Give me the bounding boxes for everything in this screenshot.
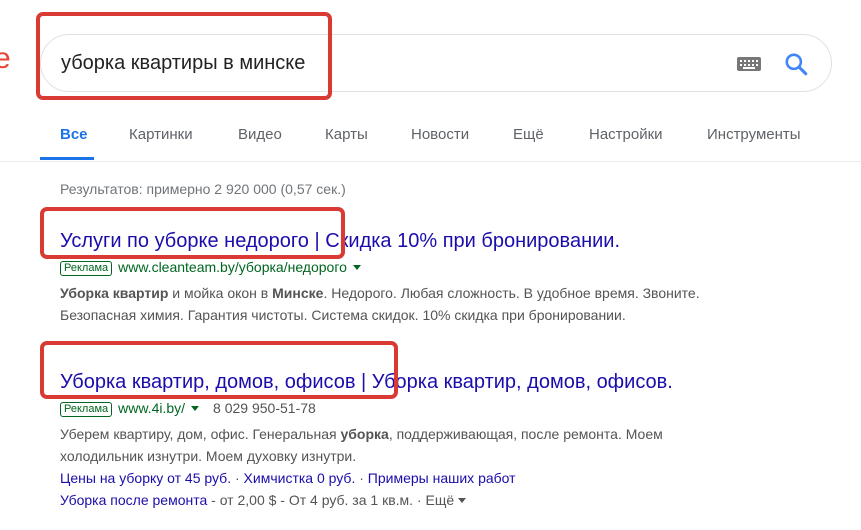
desc-text: , поддерживающая, после ремонта. Моем xyxy=(388,426,663,442)
chevron-down-icon[interactable] xyxy=(458,498,467,503)
sitelink-prices[interactable]: Цены на уборку от 45 руб. xyxy=(60,470,231,486)
structured-snippet: Уборка после ремонта - от 2,00 $ - От 4 … xyxy=(60,489,850,511)
tab-images[interactable]: Картинки xyxy=(129,126,193,143)
result-stats: Результатов: примерно 2 920 000 (0,57 се… xyxy=(60,181,346,197)
ad-description: Уберем квартиру, дом, офис. Генеральная … xyxy=(60,423,850,467)
desc-line-2: Безопасная химия. Гарантия чистоты. Сист… xyxy=(60,307,626,323)
ad-badge: Реклама xyxy=(60,402,113,417)
logo-fragment: e xyxy=(0,42,11,75)
desc-bold: Уборка квартир xyxy=(60,285,169,301)
sitelink-dry-cleaning[interactable]: Химчистка 0 руб. xyxy=(244,470,356,486)
chevron-down-icon[interactable] xyxy=(191,406,200,411)
highlight-box-title-2 xyxy=(40,341,398,399)
ad-description: Уборка квартир и мойка окон в Минске. Не… xyxy=(60,282,850,326)
sitelinks: Цены на уборку от 45 руб. · Химчистка 0 … xyxy=(60,467,850,489)
desc-text: . Недорого. Любая сложность. В удобное в… xyxy=(323,285,700,301)
desc-bold: Минске xyxy=(272,285,324,301)
tab-maps[interactable]: Карты xyxy=(325,126,368,143)
tab-video[interactable]: Видео xyxy=(238,126,282,143)
ad-badge: Реклама xyxy=(60,261,113,276)
active-tab-indicator xyxy=(40,157,94,160)
tab-more[interactable]: Ещё xyxy=(513,126,544,143)
ad-url-row: Реклама www.4i.by/8 029 950-51-78 xyxy=(60,399,850,417)
tab-news[interactable]: Новости xyxy=(411,126,469,143)
ad-phone[interactable]: 8 029 950-51-78 xyxy=(213,400,316,416)
sitelink-separator: · xyxy=(231,470,244,486)
sitelink-examples[interactable]: Примеры наших работ xyxy=(368,470,516,486)
ad-url[interactable]: www.cleanteam.by/уборка/недорого xyxy=(118,259,347,275)
chevron-down-icon[interactable] xyxy=(352,265,361,270)
sitelink-after-renovation[interactable]: Уборка после ремонта xyxy=(60,492,207,508)
desc-line-2: холодильник изнутри. Моем духовку изнутр… xyxy=(60,448,357,464)
desc-bold: уборка xyxy=(340,426,389,442)
desc-text: Уберем квартиру, дом, офис. Генеральная xyxy=(60,426,341,442)
ad-url[interactable]: www.4i.by/ xyxy=(118,400,185,416)
search-icon[interactable] xyxy=(783,51,809,77)
highlight-box-title-1 xyxy=(40,207,345,259)
divider xyxy=(0,161,861,162)
tab-all[interactable]: Все xyxy=(60,126,88,143)
desc-text: и мойка окон в xyxy=(168,285,273,301)
sitelink-separator: · xyxy=(355,470,368,486)
tab-tools[interactable]: Инструменты xyxy=(707,126,801,143)
snippet-more[interactable]: Ещё xyxy=(425,492,454,508)
keyboard-icon[interactable] xyxy=(737,57,761,71)
tab-settings[interactable]: Настройки xyxy=(589,126,663,143)
highlight-box-query xyxy=(36,12,332,100)
ad-url-row: Реклама www.cleanteam.by/уборка/недорого xyxy=(60,258,850,276)
snippet-text: - от 2,00 $ - От 4 руб. за 1 кв.м. · xyxy=(207,492,426,508)
